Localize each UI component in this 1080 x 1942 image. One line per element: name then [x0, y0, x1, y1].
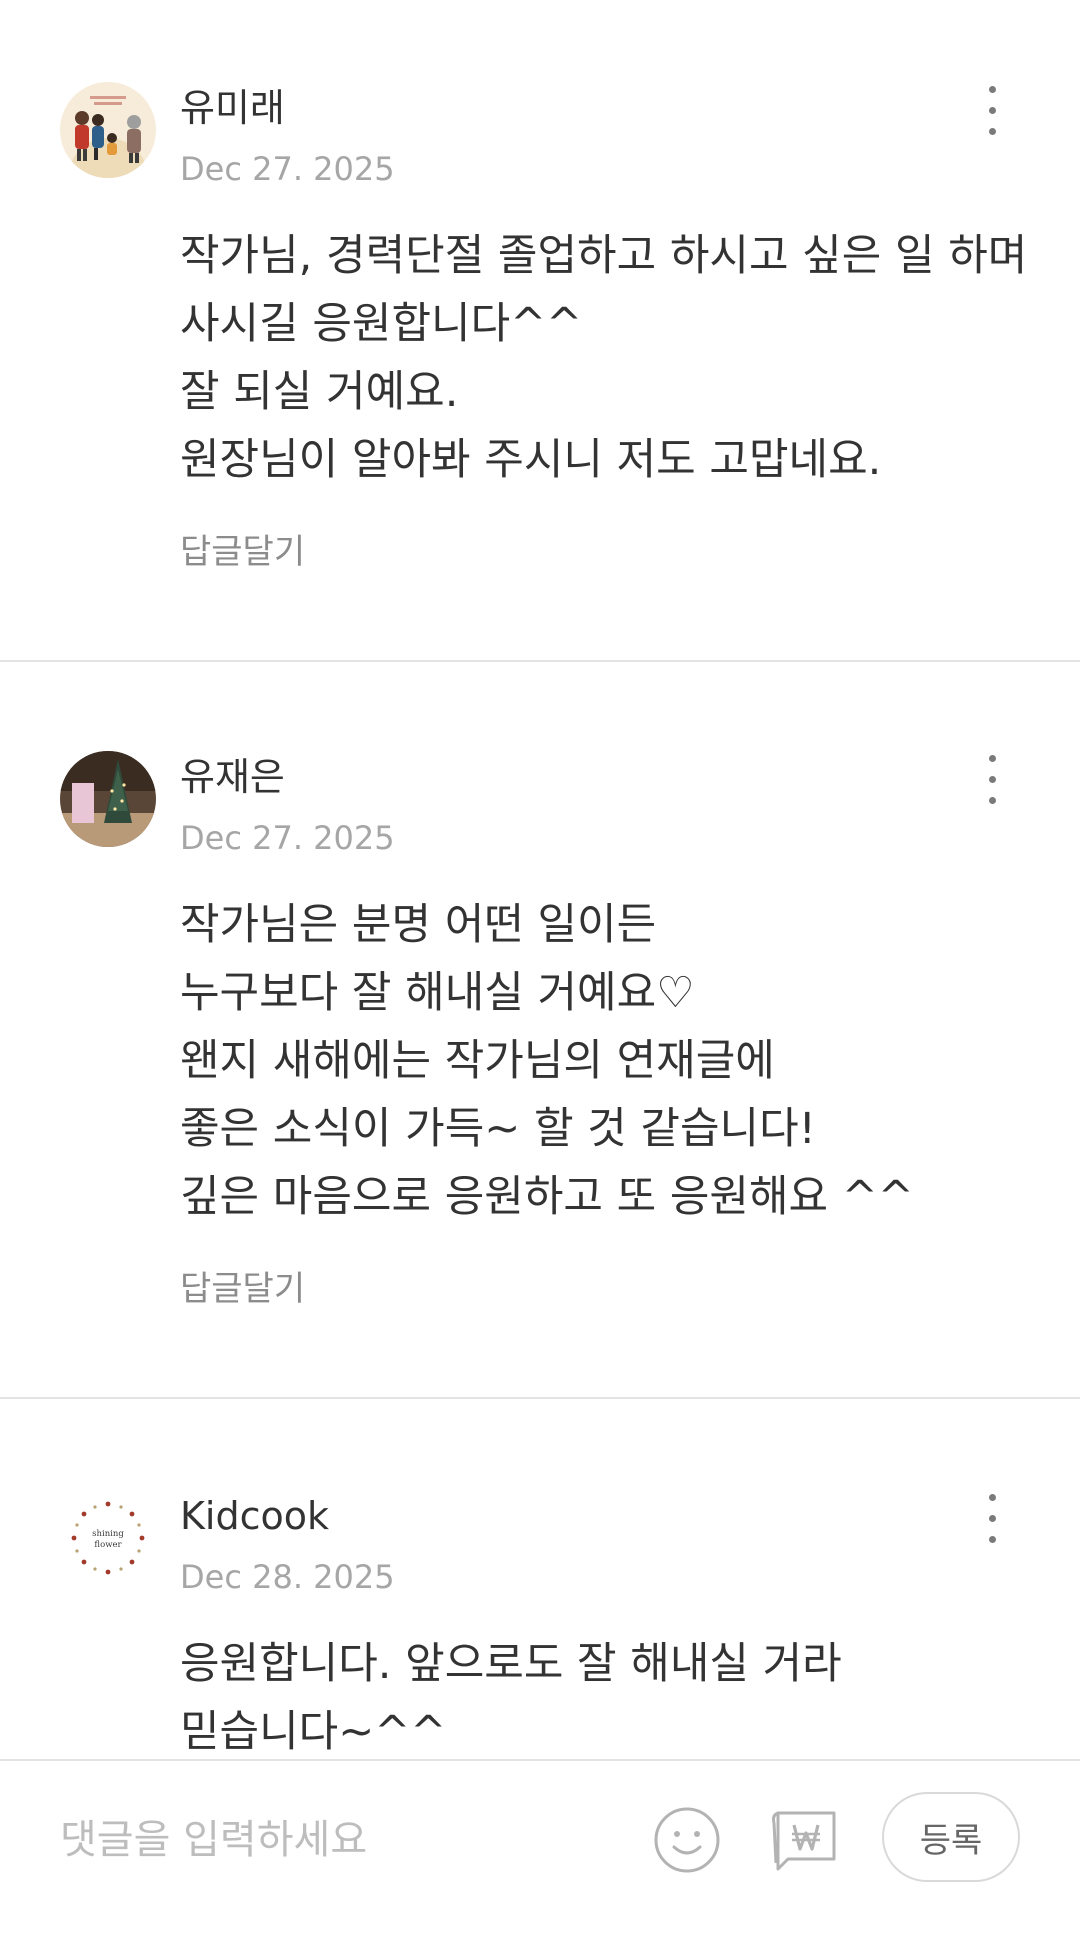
comment-divider: [0, 660, 1080, 662]
comment-input[interactable]: [60, 1805, 620, 1875]
comment-author[interactable]: Kidcook: [180, 1494, 329, 1540]
smile-icon[interactable]: [652, 1805, 722, 1875]
comment-text-line: 깊은 마음으로 응원하고 또 응원해요 ^^: [180, 1172, 914, 1222]
comment-body: 작가님, 경력단절 졸업하고 하시고 싶은 일 하며 사시길 응원합니다^^ 잘…: [180, 222, 1040, 494]
comment-author[interactable]: 유재은: [180, 755, 285, 801]
comment-body: 응원합니다. 앞으로도 잘 해내실 거라 믿습니다~^^: [180, 1630, 1040, 1760]
more-vertical-icon[interactable]: [972, 86, 1012, 146]
avatar-logo-text-top: shining: [92, 1529, 124, 1539]
avatar[interactable]: [60, 82, 156, 178]
comment-text-line: 잘 되실 거예요.: [180, 367, 459, 417]
comment-body: 작가님은 분명 어떤 일이든 누구보다 잘 해내실 거예요♡ 왠지 새해에는 작…: [180, 891, 1040, 1231]
comment-text-line: 응원합니다. 앞으로도 잘 해내실 거라: [180, 1639, 842, 1689]
avatar-logo-text-bottom: flower: [94, 1540, 122, 1550]
comment-text-line: 원장님이 알아봐 주시니 저도 고맙네요.: [180, 435, 882, 485]
comment-author[interactable]: 유미래: [180, 86, 285, 132]
comment-composer: 등록: [0, 1759, 1080, 1942]
comment-date: Dec 27. 2025: [180, 150, 395, 188]
comment-text-line: 왠지 새해에는 작가님의 연재글에: [180, 1036, 775, 1086]
comment-text-line: 믿습니다~^^: [180, 1707, 447, 1757]
avatar[interactable]: [60, 751, 156, 847]
comment-text-line: 사시길 응원합니다^^: [180, 299, 583, 349]
comment-divider: [0, 1397, 1080, 1399]
avatar-logo: shining flower: [60, 1490, 156, 1586]
comment-text-line: 작가님은 분명 어떤 일이든: [180, 900, 657, 950]
avatar-illustration: [60, 82, 156, 178]
comment-text-line: 작가님, 경력단절 졸업하고 하시고 싶은 일 하며: [180, 231, 1028, 281]
more-vertical-icon[interactable]: [972, 755, 1012, 815]
reply-button[interactable]: 답글달기: [180, 524, 305, 573]
comment-list: 유미래 Dec 27. 2025 작가님, 경력단절 졸업하고 하시고 싶은 일…: [0, 0, 1080, 1760]
comment-date: Dec 27. 2025: [180, 819, 395, 857]
comment-text-line: 누구보다 잘 해내실 거예요♡: [180, 968, 695, 1018]
comment-date: Dec 28. 2025: [180, 1558, 395, 1596]
won-coin-icon[interactable]: [764, 1803, 840, 1879]
submit-button[interactable]: 등록: [882, 1792, 1020, 1882]
reply-button[interactable]: 답글달기: [180, 1261, 305, 1310]
avatar[interactable]: shining flower: [60, 1490, 156, 1586]
more-vertical-icon[interactable]: [972, 1494, 1012, 1554]
avatar-photo: [60, 751, 156, 847]
comment-text-line: 좋은 소식이 가득~ 할 것 같습니다!: [180, 1104, 816, 1154]
